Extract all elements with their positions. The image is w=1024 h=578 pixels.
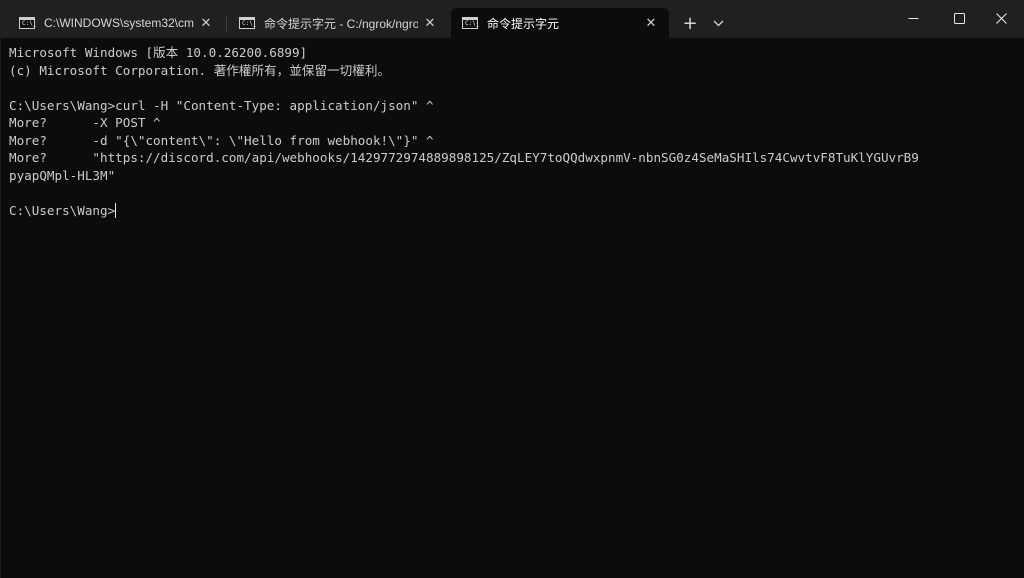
tab-separator [226, 16, 227, 32]
tab-ngrok[interactable]: C:\_ 命令提示字元 - C:/ngrok/ngrok ✕ [228, 8, 448, 38]
cmd-icon: C:\_ [239, 17, 256, 29]
tab-title: 命令提示字元 [487, 16, 560, 31]
close-icon[interactable]: ✕ [639, 11, 663, 35]
terminal-line: pyapQMpl-HL3M" [9, 167, 116, 183]
window-edge [0, 38, 1, 578]
new-tab-button[interactable]: + [677, 10, 703, 36]
tab-command-prompt[interactable]: C:\_ 命令提示字元 ✕ [451, 8, 669, 38]
terminal-line: C:\Users\Wang>curl -H "Content-Type: app… [9, 97, 434, 113]
maximize-button[interactable] [936, 0, 982, 36]
prompt-line[interactable]: C:\Users\Wang> [9, 202, 1015, 220]
terminal-window: C:\_ C:\WINDOWS\system32\cmd.e ✕ C:\_ 命令… [0, 0, 1024, 578]
terminal-line: Microsoft Windows [版本 10.0.26200.6899] [9, 45, 308, 60]
tab-cmd-system32[interactable]: C:\_ C:\WINDOWS\system32\cmd.e ✕ [8, 8, 224, 38]
minimize-icon [908, 17, 918, 19]
terminal-output[interactable]: Microsoft Windows [版本 10.0.26200.6899] (… [0, 38, 1024, 578]
chevron-down-icon [713, 20, 723, 26]
tab-title: 命令提示字元 - C:/ngrok/ngrok [264, 16, 418, 31]
window-close-button[interactable] [978, 0, 1024, 36]
terminal-line: More? -X POST ^ [9, 115, 161, 130]
terminal-line: More? "https://discord.com/api/webhooks/… [9, 150, 919, 165]
tab-title: C:\WINDOWS\system32\cmd.e [44, 16, 194, 30]
close-icon[interactable]: ✕ [418, 11, 442, 35]
terminal-line: (c) Microsoft Corporation. 著作權所有，並保留一切權利… [9, 62, 391, 78]
close-icon [995, 12, 1007, 24]
close-icon[interactable]: ✕ [194, 11, 218, 35]
maximize-icon [953, 12, 965, 24]
minimize-button[interactable] [890, 0, 936, 36]
cmd-icon: C:\_ [19, 17, 36, 29]
tab-bar: C:\_ C:\WINDOWS\system32\cmd.e ✕ C:\_ 命令… [0, 0, 1024, 38]
text-cursor [115, 202, 117, 218]
cmd-icon: C:\_ [462, 17, 479, 29]
prompt-text: C:\Users\Wang> [9, 202, 116, 218]
tab-dropdown-button[interactable] [705, 10, 731, 36]
plus-icon: + [682, 12, 698, 34]
terminal-line: More? -d "{\"content\": \"Hello from web… [9, 132, 434, 148]
